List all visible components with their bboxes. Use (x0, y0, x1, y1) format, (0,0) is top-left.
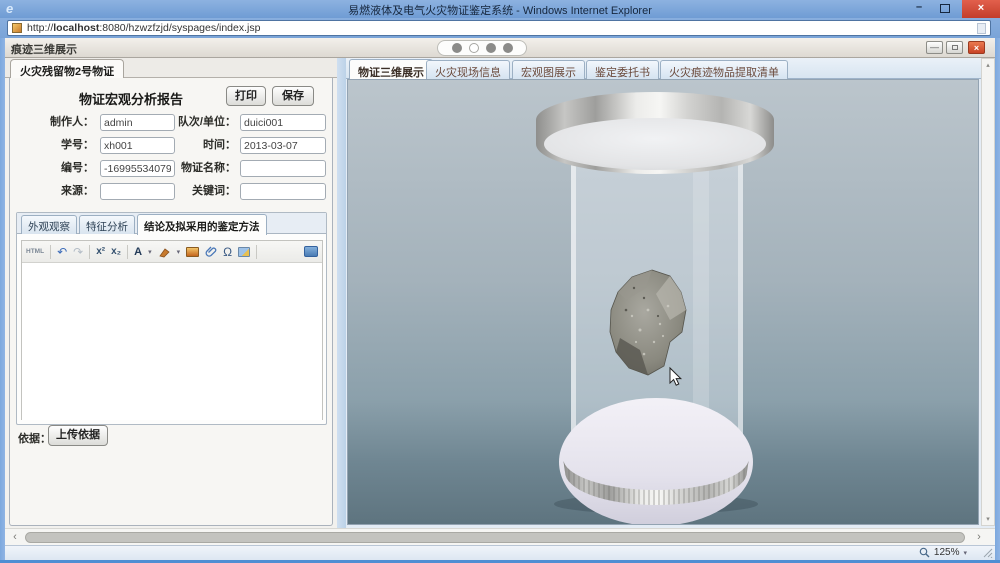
base-dome[interactable] (559, 398, 753, 524)
resize-grip-icon[interactable] (983, 548, 993, 558)
zoom-caret-icon[interactable]: ▾ (963, 549, 967, 557)
html-source-icon[interactable]: HTML (26, 245, 44, 259)
label-evidence-name: 物证名称： (168, 160, 236, 176)
label-number: 编号： (14, 160, 94, 176)
inner-window-title: 痕迹三维展示 (11, 41, 77, 57)
window-close-button[interactable]: × (962, 0, 1000, 18)
number-field[interactable] (100, 160, 175, 177)
indicator-dot-2[interactable] (469, 43, 479, 53)
highlight-brush-icon[interactable] (158, 246, 171, 258)
main-content: 火灾残留物2号物证 物证宏观分析报告 打印 保存 制作人： 队次/单位： 学号：… (5, 58, 995, 528)
indicator-dot-1[interactable] (452, 43, 462, 53)
browser-titlebar: e 易燃液体及电气火灾物证鉴定系统 - Windows Internet Exp… (0, 0, 1000, 18)
site-favicon-icon (12, 23, 22, 33)
basis-label: 依据： (18, 430, 51, 446)
window-frame-right (995, 38, 1000, 560)
font-color-caret-icon[interactable]: ▾ (148, 248, 152, 256)
undo-icon[interactable]: ↶ (57, 245, 67, 259)
3d-scene[interactable] (348, 80, 978, 524)
redo-icon: ↷ (73, 245, 83, 259)
team-field[interactable] (240, 114, 326, 131)
insert-media-icon[interactable] (238, 247, 250, 257)
toolbar-separator (127, 245, 128, 259)
tab-feature-analysis[interactable]: 特征分析 (79, 215, 135, 234)
url-text[interactable]: http://localhost:8080/hzwzfzjd/syspages/… (27, 22, 260, 34)
zoom-level[interactable]: 125% (934, 547, 960, 558)
time-field[interactable] (240, 137, 326, 154)
label-source: 来源： (14, 183, 94, 199)
scroll-right-icon[interactable]: › (971, 530, 987, 545)
scroll-down-icon[interactable]: ▾ (982, 515, 994, 523)
maximize-editor-icon[interactable] (304, 246, 318, 257)
report-title: 物证宏观分析报告 (58, 89, 204, 108)
zoom-control[interactable]: 125% ▾ (919, 547, 967, 558)
student-id-field[interactable] (100, 137, 175, 154)
scroll-left-icon[interactable]: ‹ (7, 530, 23, 545)
save-button[interactable]: 保存 (272, 86, 314, 106)
keywords-field[interactable] (240, 183, 326, 200)
superscript-icon[interactable]: x² (96, 245, 105, 259)
upload-basis-button[interactable]: 上传依据 (48, 425, 108, 446)
horizontal-scrollbar[interactable]: ‹ › (5, 528, 995, 545)
3d-viewport[interactable] (347, 79, 979, 525)
editor-content-area[interactable] (22, 263, 322, 420)
tab-appearance-observation[interactable]: 外观观察 (21, 215, 77, 234)
address-bar: http://localhost:8080/hzwzfzjd/syspages/… (0, 18, 1000, 38)
tab-extraction-list[interactable]: 火灾痕迹物品提取清单 (660, 60, 788, 79)
subscript-icon[interactable]: x₂ (111, 245, 121, 259)
highlight-caret-icon[interactable]: ▾ (177, 248, 181, 256)
evidence-report-panel: 火灾残留物2号物证 物证宏观分析报告 打印 保存 制作人： 队次/单位： 学号：… (5, 58, 337, 528)
compatibility-page-icon[interactable] (977, 23, 986, 34)
tab-fire-scene-info[interactable]: 火灾现场信息 (426, 60, 510, 79)
status-bar: 125% ▾ (5, 545, 995, 560)
tab-conclusion-method[interactable]: 结论及拟采用的鉴定方法 (137, 214, 267, 235)
attachment-link-icon[interactable] (205, 245, 217, 258)
window-minimize-button[interactable]: – (912, 1, 926, 13)
left-tab-row: 火灾残留物2号物证 (5, 58, 337, 78)
url-input[interactable]: http://localhost:8080/hzwzfzjd/syspages/… (7, 20, 991, 36)
indicator-dot-3[interactable] (486, 43, 496, 53)
label-time: 时间： (168, 137, 236, 153)
cylinder-lid[interactable] (536, 92, 774, 174)
inner-minimize-button[interactable]: — (926, 41, 943, 54)
horizontal-scroll-thumb[interactable] (25, 532, 965, 543)
print-button[interactable]: 打印 (226, 86, 266, 106)
tab-3d-display[interactable]: 物证三维展示 (349, 59, 433, 80)
report-form: 物证宏观分析报告 打印 保存 制作人： 队次/单位： 学号： 时间： 编号： 物… (9, 78, 333, 526)
inner-window-titlebar: 痕迹三维展示 — × (5, 38, 995, 58)
rich-text-editor: HTML ↶ ↷ x² x₂ A ▾ ▾ (21, 240, 323, 420)
font-color-icon[interactable]: A (134, 245, 142, 259)
window-maximize-button[interactable] (940, 4, 950, 13)
tab-macro-image[interactable]: 宏观图展示 (512, 60, 585, 79)
creator-field[interactable] (100, 114, 175, 131)
window-title: 易燃液体及电气火灾物证鉴定系统 - Windows Internet Explo… (0, 2, 1000, 18)
evidence-name-field[interactable] (240, 160, 326, 177)
editor-tab-row: 外观观察 特征分析 结论及拟采用的鉴定方法 (17, 213, 326, 234)
label-keywords: 关键词： (168, 183, 236, 199)
inner-close-button[interactable]: × (968, 41, 985, 54)
magnifier-icon (919, 547, 930, 558)
analysis-editor: 外观观察 特征分析 结论及拟采用的鉴定方法 HTML ↶ ↷ x² x₂ (16, 212, 327, 425)
browser-window: e 易燃液体及电气火灾物证鉴定系统 - Windows Internet Exp… (0, 0, 1000, 563)
indicator-dot-4[interactable] (503, 43, 513, 53)
view-indicator-pill[interactable] (437, 40, 527, 56)
tab-evidence-2[interactable]: 火灾残留物2号物证 (10, 59, 124, 79)
label-creator: 制作人： (14, 114, 94, 130)
inner-restore-button[interactable] (946, 41, 963, 54)
toolbar-separator (256, 245, 257, 259)
tab-commission-letter[interactable]: 鉴定委托书 (586, 60, 659, 79)
right-tab-row: 物证三维展示 火灾现场信息 宏观图展示 鉴定委托书 火灾痕迹物品提取清单 (346, 58, 995, 79)
vertical-scrollbar[interactable]: ▴ ▾ (981, 58, 995, 526)
scroll-up-icon[interactable]: ▴ (982, 61, 994, 69)
evidence-3d-panel: 物证三维展示 火灾现场信息 宏观图展示 鉴定委托书 火灾痕迹物品提取清单 (346, 58, 995, 528)
label-team: 队次/单位： (168, 114, 236, 130)
editor-toolbar: HTML ↶ ↷ x² x₂ A ▾ ▾ (22, 241, 322, 263)
special-char-icon[interactable]: Ω (223, 245, 232, 259)
toolbar-separator (50, 245, 51, 259)
source-field[interactable] (100, 183, 175, 200)
label-student-id: 学号： (14, 137, 94, 153)
panel-divider (337, 58, 346, 528)
insert-image-icon[interactable] (186, 247, 199, 257)
toolbar-separator (89, 245, 90, 259)
